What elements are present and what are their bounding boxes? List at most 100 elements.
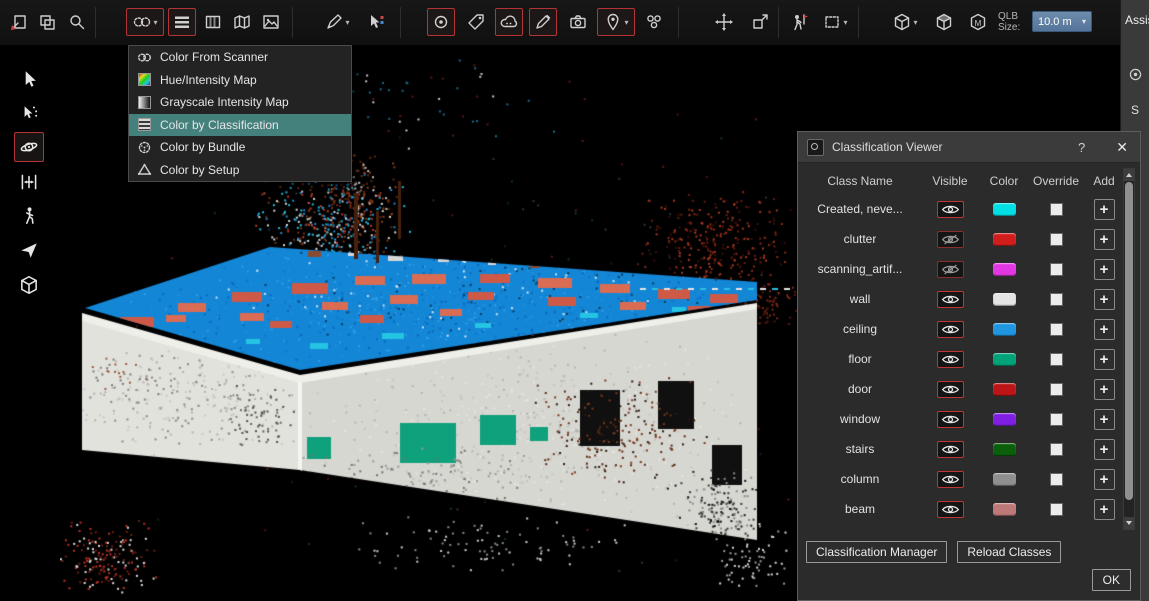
class-name-label[interactable]: stairs [846, 442, 875, 456]
new-scan-button[interactable] [5, 8, 33, 36]
class-color-swatch[interactable] [993, 263, 1016, 276]
box-mode-tool[interactable] [14, 270, 44, 300]
visibility-eye-toggle[interactable] [937, 501, 964, 518]
zoom-window-button[interactable] [63, 8, 91, 36]
tag-button[interactable] [462, 8, 490, 36]
draw-pen-button[interactable] [529, 8, 557, 36]
class-color-swatch[interactable] [993, 443, 1016, 456]
pick-points-tool[interactable] [14, 98, 44, 128]
add-class-button[interactable]: + [1094, 229, 1115, 250]
class-name-label[interactable]: wall [850, 292, 871, 306]
class-name-label[interactable]: window [840, 412, 880, 426]
table-scrollbar[interactable] [1123, 168, 1135, 530]
placemark-pin-button[interactable]: ▾ [597, 8, 635, 36]
add-class-button[interactable]: + [1094, 409, 1115, 430]
override-checkbox[interactable] [1050, 503, 1063, 516]
add-class-button[interactable]: + [1094, 289, 1115, 310]
snapshot-camera-button[interactable] [564, 8, 592, 36]
view-cube-measure-button[interactable]: M [964, 8, 992, 36]
override-checkbox[interactable] [1050, 263, 1063, 276]
class-name-label[interactable]: door [848, 382, 872, 396]
class-color-swatch[interactable] [993, 413, 1016, 426]
override-checkbox[interactable] [1050, 323, 1063, 336]
visibility-eye-toggle[interactable] [937, 351, 964, 368]
menu-item-color-by-setup[interactable]: Color by Setup [129, 159, 351, 182]
setups-button[interactable] [640, 8, 668, 36]
visibility-eye-toggle[interactable] [937, 231, 964, 248]
pointer-measure-button[interactable] [362, 8, 390, 36]
move-transform-button[interactable] [710, 8, 738, 36]
class-name-label[interactable]: ceiling [843, 322, 877, 336]
dropdown-caret-icon[interactable]: ▾ [153, 18, 157, 27]
map-view-button[interactable] [228, 8, 256, 36]
class-color-swatch[interactable] [993, 503, 1016, 516]
class-name-label[interactable]: floor [848, 352, 871, 366]
dropdown-caret-icon[interactable]: ▾ [843, 18, 847, 27]
class-color-swatch[interactable] [993, 383, 1016, 396]
dropdown-caret-icon[interactable]: ▾ [624, 18, 628, 27]
override-checkbox[interactable] [1050, 443, 1063, 456]
visibility-eye-toggle[interactable] [937, 471, 964, 488]
class-name-label[interactable]: clutter [844, 232, 877, 246]
duplicate-view-button[interactable] [33, 8, 61, 36]
reload-classes-button[interactable]: Reload Classes [957, 541, 1061, 563]
visibility-eye-toggle[interactable] [937, 321, 964, 338]
add-class-button[interactable]: + [1094, 439, 1115, 460]
class-color-swatch[interactable] [993, 323, 1016, 336]
color-by-classification-button[interactable] [168, 8, 196, 36]
class-color-swatch[interactable] [993, 293, 1016, 306]
menu-item-hue-intensity-map[interactable]: Hue/Intensity Map [129, 69, 351, 92]
dropdown-caret-icon[interactable]: ▾ [913, 18, 917, 27]
visibility-eye-toggle[interactable] [937, 441, 964, 458]
override-checkbox[interactable] [1050, 413, 1063, 426]
class-name-label[interactable]: Created, neve... [817, 202, 902, 216]
class-color-swatch[interactable] [993, 203, 1016, 216]
assistant-icon[interactable] [1127, 66, 1144, 83]
override-checkbox[interactable] [1050, 293, 1063, 306]
visibility-eye-toggle[interactable] [937, 381, 964, 398]
menu-item-color-by-bundle[interactable]: Color by Bundle [129, 136, 351, 159]
menu-item-color-by-classification[interactable]: Color by Classification [129, 114, 351, 137]
add-class-button[interactable]: + [1094, 319, 1115, 340]
grayscale-map-button[interactable] [199, 8, 227, 36]
brush-tool-button[interactable]: ▾ [318, 8, 356, 36]
ok-button[interactable]: OK [1092, 569, 1131, 591]
walk-tool[interactable] [14, 201, 44, 231]
qlb-size-select[interactable]: 10.0 m ▾ [1032, 11, 1092, 32]
override-checkbox[interactable] [1050, 383, 1063, 396]
close-button[interactable]: ✕ [1113, 139, 1131, 156]
selection-marquee-button[interactable]: ▾ [816, 8, 854, 36]
class-color-swatch[interactable] [993, 353, 1016, 366]
scan-target-button[interactable] [427, 8, 455, 36]
pan-tool[interactable] [14, 167, 44, 197]
point-cloud-button[interactable] [495, 8, 523, 36]
fly-tool[interactable] [14, 235, 44, 265]
classification-manager-button[interactable]: Classification Manager [806, 541, 947, 563]
override-checkbox[interactable] [1050, 353, 1063, 366]
visibility-eye-toggle[interactable] [937, 411, 964, 428]
class-name-label[interactable]: beam [845, 502, 875, 516]
image-view-button[interactable] [257, 8, 285, 36]
visibility-eye-toggle[interactable] [937, 201, 964, 218]
visibility-eye-toggle[interactable] [937, 291, 964, 308]
override-checkbox[interactable] [1050, 203, 1063, 216]
add-class-button[interactable]: + [1094, 379, 1115, 400]
add-class-button[interactable]: + [1094, 469, 1115, 490]
override-checkbox[interactable] [1050, 233, 1063, 246]
menu-item-grayscale-intensity-map[interactable]: Grayscale Intensity Map [129, 91, 351, 114]
add-class-button[interactable]: + [1094, 259, 1115, 280]
class-name-label[interactable]: column [841, 472, 880, 486]
view-cube-faces-button[interactable] [930, 8, 958, 36]
add-class-button[interactable]: + [1094, 199, 1115, 220]
scroll-thumb[interactable] [1125, 182, 1133, 500]
help-button[interactable]: ? [1078, 140, 1085, 155]
scroll-up-button[interactable] [1124, 169, 1134, 181]
dropdown-caret-icon[interactable]: ▾ [345, 18, 349, 27]
class-name-label[interactable]: scanning_artif... [818, 262, 903, 276]
orbit-tool[interactable] [14, 132, 44, 162]
class-color-swatch[interactable] [993, 233, 1016, 246]
class-color-swatch[interactable] [993, 473, 1016, 486]
view-cube-button[interactable]: ▾ [886, 8, 924, 36]
color-from-scanner-button[interactable]: ▾ [126, 8, 164, 36]
menu-item-color-from-scanner[interactable]: Color From Scanner [129, 46, 351, 69]
